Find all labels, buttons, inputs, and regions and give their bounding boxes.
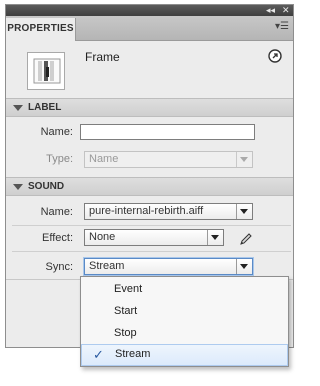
menu-item-start[interactable]: Start [81,301,288,323]
tab-row: PROPERTIES ▾☰ [6,16,293,41]
menu-item-label: Stop [114,327,137,339]
sync-dropdown-menu: Event Start Stop ✓ Stream [80,276,289,367]
menu-item-stream[interactable]: ✓ Stream [81,344,288,366]
label-section-header[interactable]: LABEL [6,98,293,117]
chevron-down-icon [236,152,252,167]
expand-triangle-icon [13,105,23,111]
help-icon[interactable] [268,49,282,63]
collapse-icon[interactable]: ◂◂ [266,4,275,16]
tab-properties[interactable]: PROPERTIES [6,18,76,41]
sound-sync-value: Stream [89,260,125,272]
sound-section-title: SOUND [28,181,65,192]
menu-item-label: Stream [115,348,151,360]
menu-item-label: Start [114,305,138,317]
label-name-label: Name: [40,126,73,138]
sound-name-label: Name: [40,206,73,218]
menu-item-stop[interactable]: Stop [81,323,288,345]
pencil-icon[interactable] [238,231,254,247]
expand-triangle-icon [13,184,23,190]
panel-titlebar: ◂◂ ✕ [6,5,293,16]
checkmark-icon: ✓ [93,347,104,362]
sound-sync-label: Sync: [45,261,73,273]
menu-item-event[interactable]: Event [81,279,288,301]
frame-thumbnail [27,52,65,90]
label-type-label: Type: [46,153,73,165]
sound-effect-value: None [89,231,116,243]
label-type-value: Name [89,153,119,165]
label-section-title: LABEL [28,102,62,113]
chevron-down-icon [236,204,252,219]
menu-item-label: Event [114,283,143,295]
label-type-dropdown[interactable]: Name [84,151,253,168]
panel-menu-icon[interactable]: ▾☰ [275,21,289,33]
sound-effect-label: Effect: [42,232,73,244]
divider [12,251,291,252]
sound-name-dropdown[interactable]: pure-internal-rebirth.aiff [84,203,253,220]
label-name-input[interactable] [80,124,255,140]
sound-name-value: pure-internal-rebirth.aiff [89,205,204,217]
sound-effect-dropdown[interactable]: None [84,229,224,246]
close-icon[interactable]: ✕ [282,4,290,16]
chevron-down-icon [236,259,252,274]
chevron-down-icon [207,230,223,245]
sound-section-header[interactable]: SOUND [6,177,293,196]
instance-name: Frame [85,50,120,64]
divider [12,225,291,226]
sound-sync-dropdown[interactable]: Stream [84,258,253,275]
